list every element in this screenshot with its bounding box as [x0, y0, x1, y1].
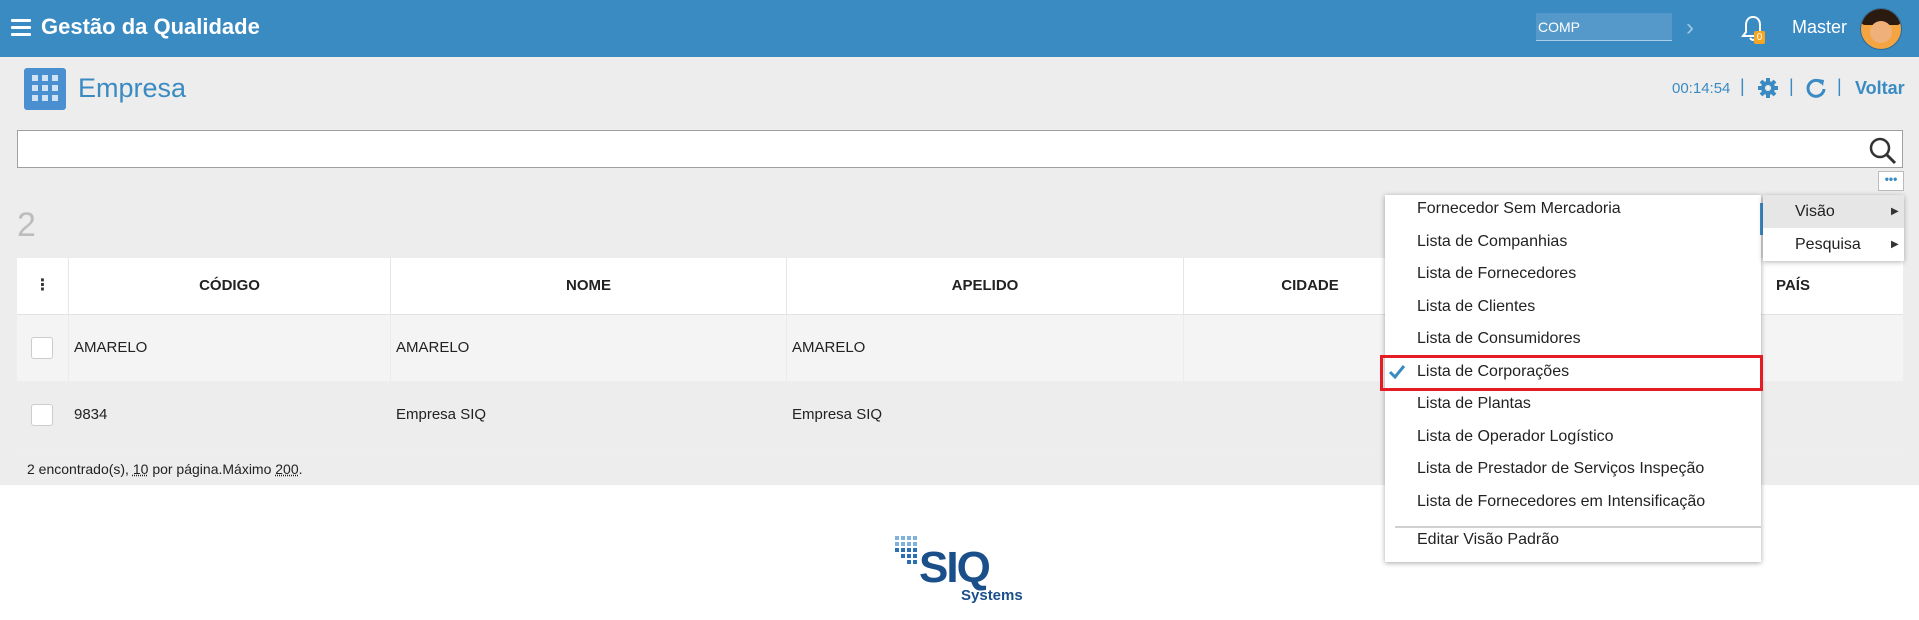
menu-item[interactable]: Fornecedor Sem Mercadoria: [1417, 200, 1621, 218]
company-input[interactable]: [1536, 13, 1672, 41]
row-checkbox[interactable]: [31, 404, 53, 426]
svg-text:Systems: Systems: [961, 587, 1023, 604]
check-icon: [1388, 365, 1406, 380]
row-checkbox[interactable]: [31, 337, 53, 359]
menu-item[interactable]: Lista de Prestador de Serviços Inspeção: [1417, 460, 1704, 478]
column-options-icon[interactable]: ⋮: [17, 258, 68, 314]
menu-item[interactable]: Lista de Fornecedores: [1417, 265, 1576, 283]
cell-apelido: AMARELO: [792, 339, 866, 356]
hamburger-menu-icon[interactable]: [11, 19, 31, 36]
back-link[interactable]: Voltar: [1855, 78, 1905, 99]
chevron-right-icon[interactable]: ›: [1686, 14, 1694, 42]
column-header-apelido[interactable]: APELIDO: [786, 258, 1183, 314]
menu-item[interactable]: Lista de Operador Logístico: [1417, 428, 1614, 446]
notification-badge: 0: [1754, 31, 1765, 44]
submenu-item-visao[interactable]: Visão ▶: [1763, 195, 1904, 228]
building-icon: [24, 68, 66, 110]
search-input[interactable]: [17, 130, 1903, 168]
caret-right-icon: ▶: [1891, 239, 1899, 250]
refresh-icon[interactable]: [1805, 77, 1827, 99]
cell-nome: Empresa SIQ: [396, 406, 487, 423]
per-page-link[interactable]: 10: [133, 461, 149, 477]
search-icon[interactable]: [1868, 136, 1898, 166]
app-title: Gestão da Qualidade: [41, 14, 260, 39]
username[interactable]: Master: [1792, 17, 1847, 38]
gear-icon[interactable]: [1757, 77, 1779, 99]
menu-item[interactable]: Lista de Consumidores: [1417, 330, 1581, 348]
divider: |: [1837, 76, 1842, 96]
footer-end: .: [298, 461, 303, 477]
page-title: Empresa: [78, 73, 187, 103]
session-timer: 00:14:54: [1672, 80, 1731, 97]
divider: |: [1740, 76, 1745, 96]
menu-item[interactable]: Lista de Clientes: [1417, 298, 1535, 316]
menu-item[interactable]: Lista de Companhias: [1417, 233, 1567, 251]
per-page-text: por página.Máximo: [152, 461, 272, 477]
avatar[interactable]: [1860, 8, 1902, 50]
more-options-button[interactable]: •••: [1878, 171, 1904, 191]
edit-default-view[interactable]: Editar Visão Padrão: [1417, 531, 1559, 549]
selection-highlight: [1380, 355, 1763, 391]
svg-text:SIQ: SIQ: [919, 543, 990, 592]
cell-codigo: 9834: [74, 406, 108, 423]
top-bar: Gestão da Qualidade › 0 Master: [0, 0, 1919, 57]
menu-item[interactable]: Lista de Plantas: [1417, 395, 1531, 413]
caret-right-icon: ▶: [1891, 206, 1899, 217]
cell-nome: AMARELO: [396, 339, 470, 356]
column-header-codigo[interactable]: CÓDIGO: [68, 258, 390, 314]
menu-item[interactable]: Lista de Fornecedores em Intensificação: [1417, 493, 1705, 511]
cell-codigo: AMARELO: [74, 339, 148, 356]
max-link[interactable]: 200: [275, 461, 298, 477]
result-count: 2: [17, 206, 36, 244]
column-header-nome[interactable]: NOME: [390, 258, 786, 314]
divider: |: [1789, 76, 1794, 96]
options-submenu: Visão ▶ Pesquisa ▶: [1763, 195, 1904, 261]
submenu-item-pesquisa[interactable]: Pesquisa ▶: [1763, 228, 1904, 261]
siq-systems-logo: SIQ Systems: [895, 536, 1023, 604]
menu-divider: [1395, 526, 1761, 528]
cell-apelido: Empresa SIQ: [792, 406, 883, 423]
pagination-info: 2 encontrado(s), 10 por página.Máximo 20…: [27, 461, 303, 477]
found-text: 2 encontrado(s),: [27, 461, 129, 477]
